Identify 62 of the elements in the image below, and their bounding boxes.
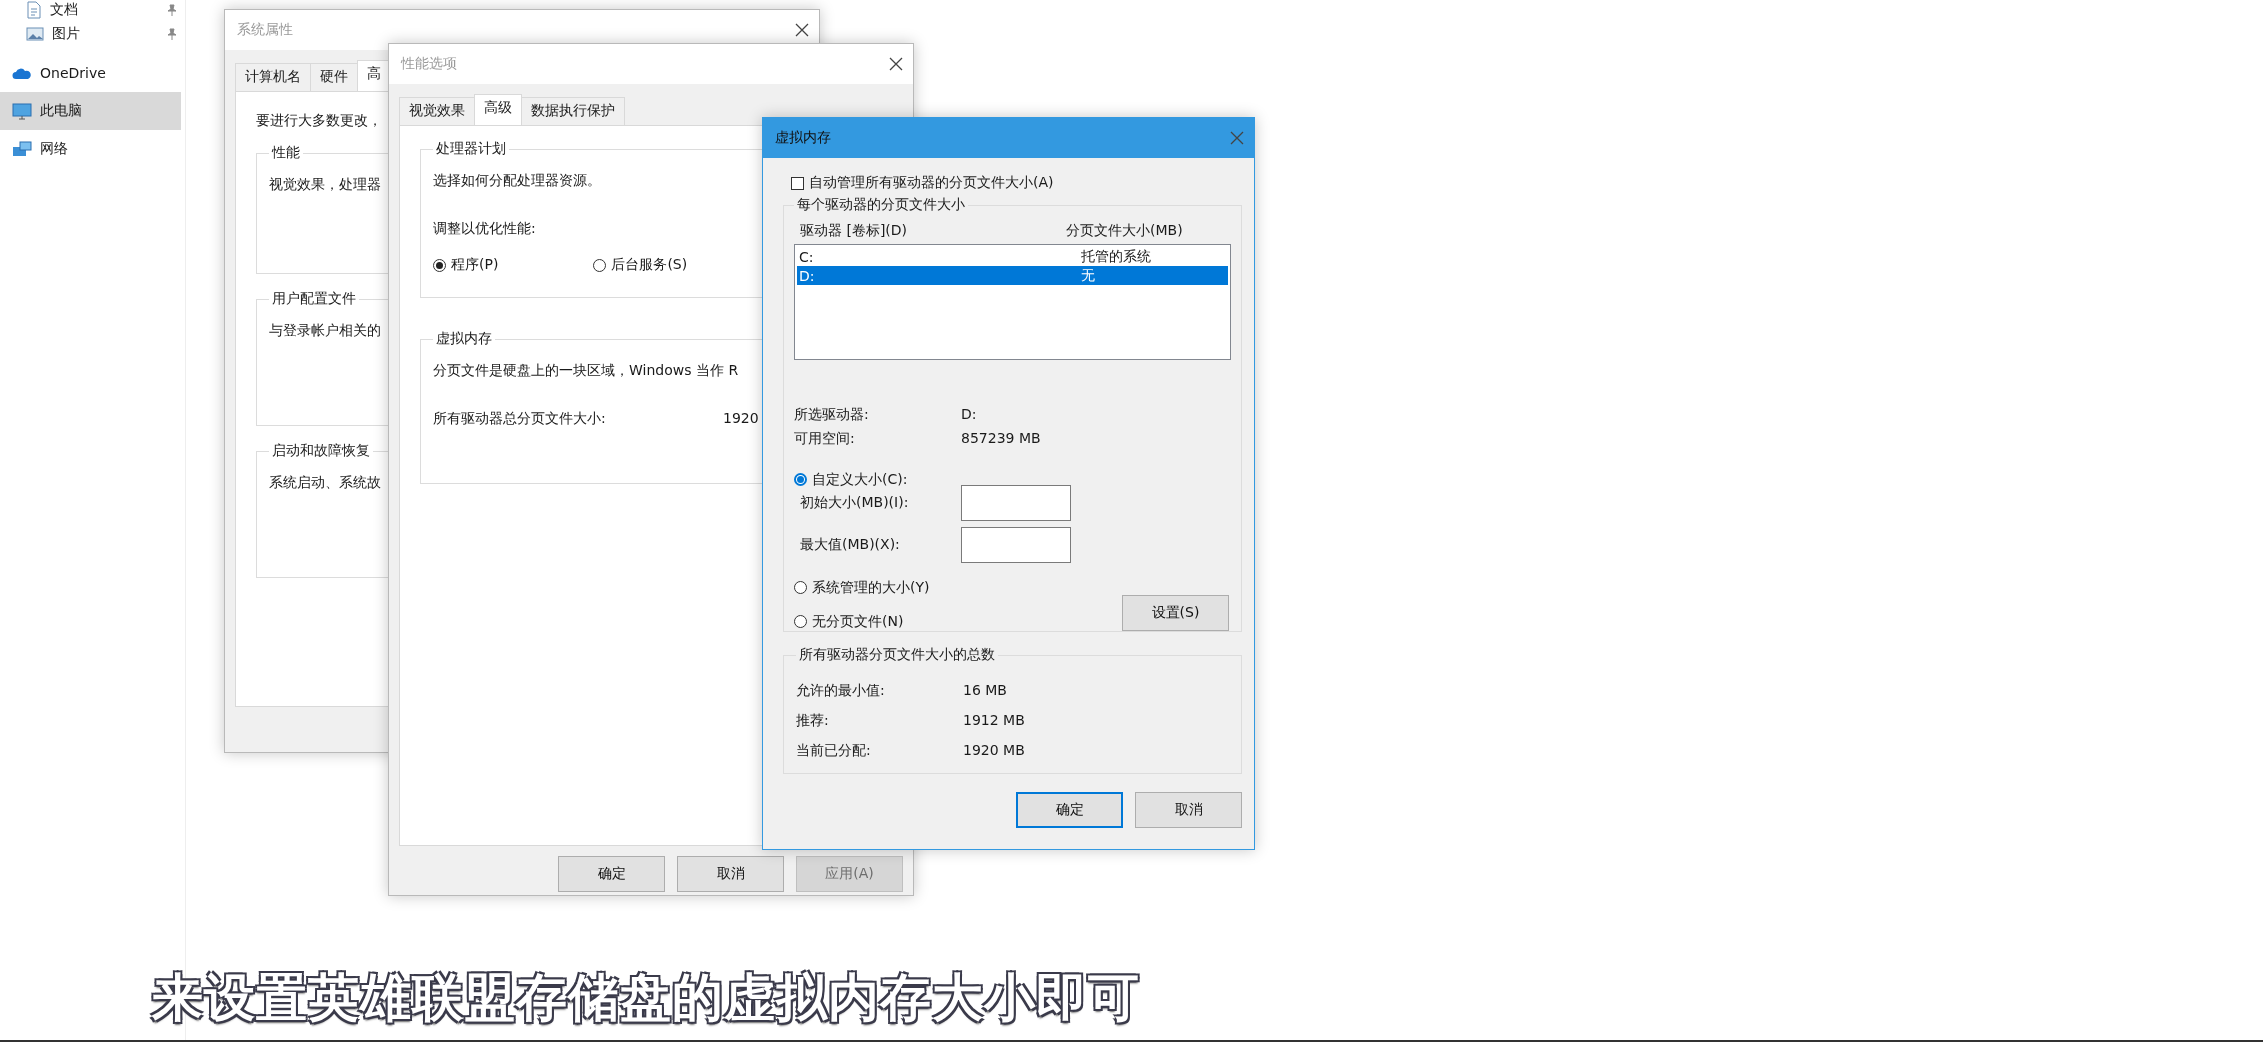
total-value: 1920 [723,410,759,428]
dialog-button[interactable]: 取消 [677,856,784,892]
group-title: 虚拟内存 [435,330,493,348]
group-title: 性能 [270,144,301,162]
group-text: 系统启动、系统故 [269,474,381,492]
close-icon[interactable] [889,57,903,71]
radio-option[interactable]: 系统管理的大小(Y) [794,578,930,597]
radio-option[interactable]: 程序(P) [433,256,499,274]
field-value: 1912 MB [963,712,1025,730]
group-text: 视觉效果，处理器 [269,176,381,194]
field-value: 857239 MB [961,430,1041,448]
input-field[interactable] [961,484,1071,521]
window-title: 系统属性 [237,21,293,39]
group-title: 所有驱动器分页文件大小的总数 [798,646,996,664]
radio-option[interactable]: 无分页文件(N) [794,612,930,631]
field-value: 16 MB [963,682,1007,700]
close-icon[interactable] [795,23,809,37]
description-text: 选择如何分配处理器资源。 [433,172,601,190]
column-header: 分页文件大小(MB) [1066,222,1183,240]
group-title: 启动和故障恢复 [271,442,371,460]
window-title: 性能选项 [401,55,457,73]
field-label: 允许的最小值: [796,682,886,700]
dialog-button[interactable]: 确定 [1016,792,1123,828]
adjust-label: 调整以优化性能: [433,220,536,238]
image-icon [26,27,44,41]
radio-option[interactable]: 自定义大小(C): [794,470,908,489]
group-title: 每个驱动器的分页文件大小 [796,196,966,214]
cloud-icon [12,66,32,80]
field-label: 所选驱动器: [794,406,870,424]
sidebar-item[interactable]: OneDrive [0,54,181,92]
field-label: 最大值(MB)(X): [799,535,901,554]
description-text: 分页文件是硬盘上的一块区域，Windows 当作 R [433,362,739,380]
drive-row[interactable]: D: 无 [797,266,1228,285]
network-icon [12,140,32,158]
group-title: 处理器计划 [435,140,507,158]
total-label: 所有驱动器总分页文件大小: [433,410,607,428]
input-field[interactable] [961,526,1071,563]
column-header: 驱动器 [卷标](D) [799,222,909,240]
field-label: 可用空间: [794,430,856,448]
group-text: 与登录帐户相关的 [269,322,381,340]
window-title: 虚拟内存 [775,129,831,147]
field-value: D: [961,406,977,424]
intro-text: 要进行大多数更改， [256,112,383,130]
sidebar-item[interactable]: 此电脑 [0,92,181,130]
radio-option[interactable]: 后台服务(S) [593,256,688,274]
monitor-icon [12,102,32,120]
set-button[interactable]: 设置(S) [1122,594,1229,631]
sidebar-item[interactable]: 网络 [0,130,181,168]
field-label: 推荐: [796,712,830,730]
field-value: 1920 MB [963,742,1025,760]
dialog-button[interactable]: 确定 [558,856,665,892]
tab[interactable]: 高 [357,60,391,91]
drive-row[interactable]: C: 托管的系统 [797,247,1228,266]
checkbox-option[interactable]: 自动管理所有驱动器的分页文件大小(A) [791,174,1242,192]
group-title: 用户配置文件 [271,290,357,308]
tab[interactable]: 视觉效果 [399,97,475,125]
field-label: 初始大小(MB)(I): [799,493,910,512]
dialog-button[interactable]: 取消 [1135,792,1242,828]
tab[interactable]: 高级 [474,94,522,125]
field-label: 当前已分配: [796,742,872,760]
tab[interactable]: 计算机名 [235,63,311,91]
tab[interactable]: 数据执行保护 [521,97,625,125]
